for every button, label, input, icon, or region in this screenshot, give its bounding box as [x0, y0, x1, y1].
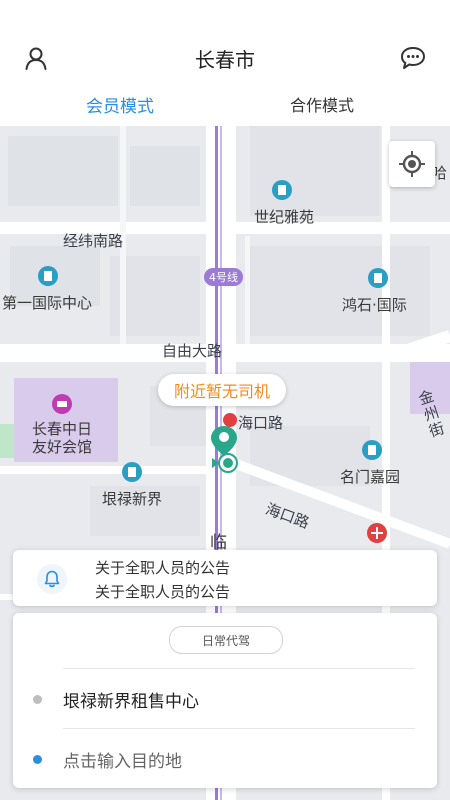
nearby-driver-status: 附近暂无司机 [158, 374, 286, 406]
announcement-card[interactable]: 关于全职人员的公告 关于全职人员的公告 [13, 550, 437, 606]
map-label: 世纪雅苑 [254, 208, 315, 226]
service-type-pill[interactable]: 日常代驾 [169, 626, 283, 654]
tab-cooperation-mode[interactable]: 合作模式 [290, 92, 354, 116]
mode-tabs: 会员模式 合作模式 [0, 92, 450, 122]
map-label: 垠禄新界 [102, 490, 163, 508]
trip-request-card: 日常代驾 垠禄新界租售中心 点击输入目的地 [13, 613, 437, 788]
notice-bell-container [37, 564, 67, 594]
bell-icon [44, 570, 60, 588]
crosshair-locate-icon [399, 151, 425, 177]
tab-member-mode[interactable]: 会员模式 [86, 92, 154, 117]
building-poi-icon [272, 180, 292, 200]
map-label: 鸿石·国际 [342, 296, 407, 314]
city-title[interactable]: 长春市 [0, 44, 450, 73]
messages-button[interactable] [395, 40, 431, 76]
chat-bubble-icon [401, 47, 425, 69]
announcement-subtitle: 关于全职人员的公告 [95, 583, 231, 601]
building-poi-icon [362, 440, 382, 460]
divider [63, 728, 415, 729]
divider [63, 668, 415, 669]
building-poi-icon [122, 462, 142, 482]
building-poi-icon [38, 266, 58, 286]
road-label: 自由大路 [162, 342, 223, 360]
road-label: 经纬南路 [63, 232, 124, 250]
destination-input[interactable]: 点击输入目的地 [63, 747, 182, 772]
announcement-title: 关于全职人员的公告 [95, 559, 231, 577]
app-header: 长春市 会员模式 合作模式 [0, 0, 450, 126]
map-label: 名门嘉园 [340, 468, 401, 486]
hotel-poi-icon [52, 394, 72, 414]
building-poi-icon [368, 268, 388, 288]
road-label: 海口路 [238, 414, 284, 432]
metro-line-badge: 4号线 [204, 268, 243, 286]
map-label: 第一国际中心 [2, 294, 93, 312]
map-label: 友好会馆 [32, 438, 93, 456]
locate-me-button[interactable] [389, 141, 435, 187]
origin-dot [33, 695, 42, 704]
poi-pin-red [367, 523, 387, 543]
origin-location[interactable]: 垠禄新界租售中心 [63, 687, 199, 712]
destination-dot [33, 755, 42, 764]
